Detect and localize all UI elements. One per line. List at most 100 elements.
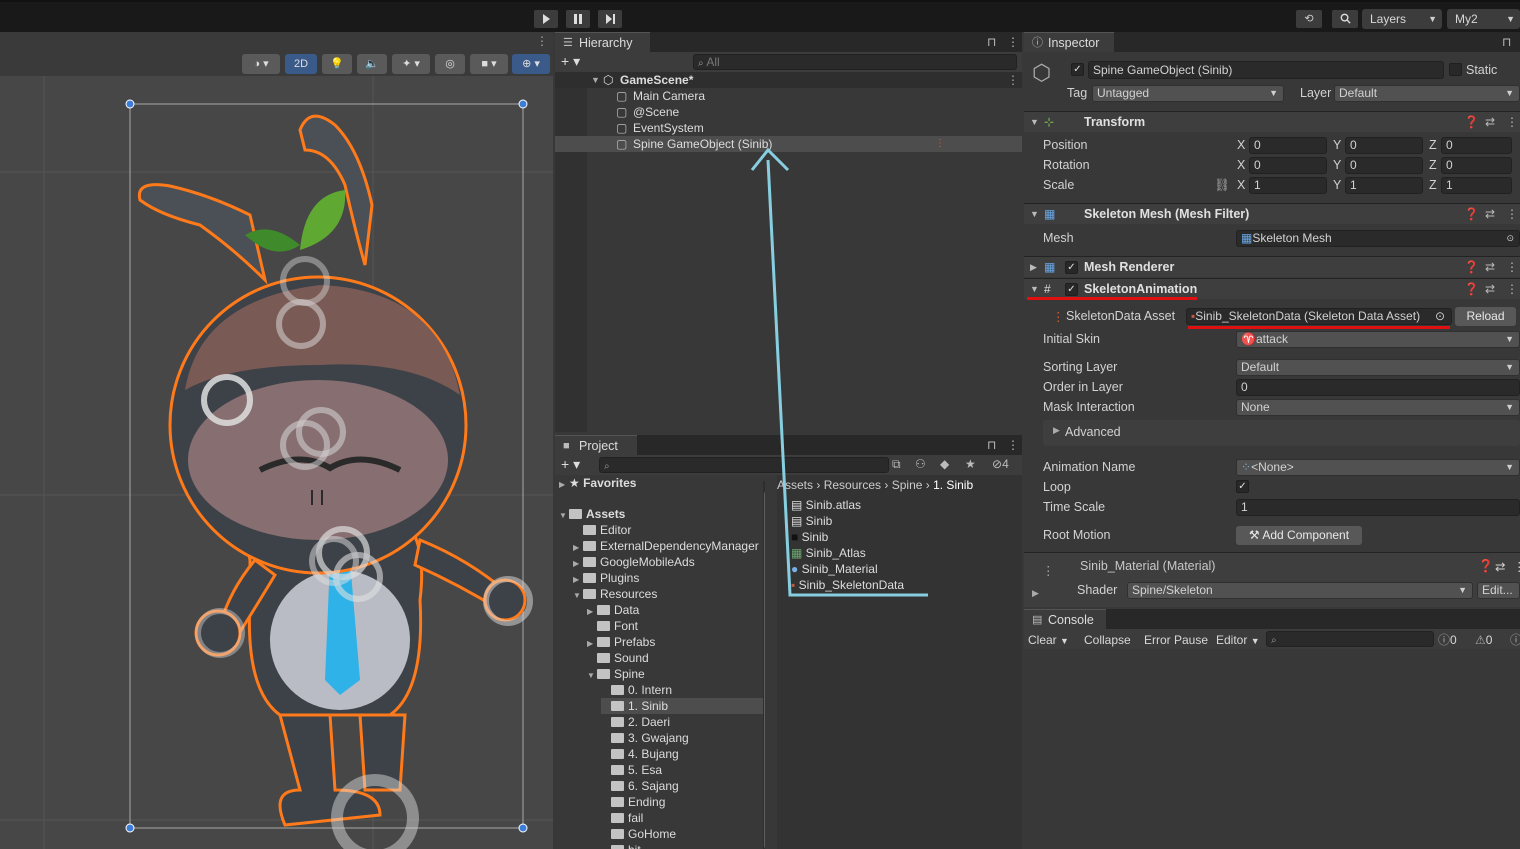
tree-folder-row[interactable]: ▶ GoogleMobileAds <box>573 554 695 570</box>
shading-mode-button[interactable]: ◑ ▾ <box>242 54 280 74</box>
help-icon[interactable]: ❓ <box>1464 204 1479 225</box>
error-filter-toggle[interactable]: ⓘ <box>1510 631 1520 649</box>
loop-checkbox[interactable]: ✓ <box>1236 480 1249 493</box>
scene-row[interactable]: ▼ ⬡ GameScene* ⋮ <box>555 72 1022 88</box>
search-button[interactable] <box>1332 10 1358 28</box>
shader-dropdown[interactable]: Spine/Skeleton ▼ <box>1127 582 1473 599</box>
presets-icon[interactable]: ⇄ <box>1485 257 1495 278</box>
console-search[interactable]: ⌕ <box>1266 631 1434 647</box>
tree-folder-row[interactable]: 1. Sinib <box>601 698 764 714</box>
tree-folder-row[interactable]: GoHome <box>601 826 676 842</box>
sorting-layer-dropdown[interactable]: Default ▼ <box>1236 359 1520 376</box>
layers-dropdown[interactable]: Layers ▼ <box>1362 9 1442 29</box>
axis-label-z[interactable]: Z <box>1429 158 1437 172</box>
toggle-2d-button[interactable]: 2D <box>285 54 317 74</box>
lock-icon[interactable]: ⊓ <box>987 435 996 455</box>
axis-label-z[interactable]: Z <box>1429 178 1437 192</box>
kebab-menu-icon[interactable]: ⋮ <box>1007 72 1019 88</box>
gizmos-button[interactable]: ⊕ ▾ <box>512 54 550 74</box>
tree-folder-row[interactable]: 6. Sajang <box>601 778 679 794</box>
expand-arrow-icon[interactable]: ▼ <box>1030 204 1039 225</box>
axis-label-y[interactable]: Y <box>1333 178 1341 192</box>
favorites-row[interactable]: ▶ ★ Favorites <box>559 475 636 491</box>
lighting-toggle[interactable]: 💡 <box>322 54 352 74</box>
tree-folder-row[interactable]: ▼ Spine <box>587 666 645 682</box>
tree-folder-row[interactable]: ▶ Plugins <box>573 570 639 586</box>
rotation-z-field[interactable]: 0 <box>1441 157 1512 174</box>
lock-icon[interactable]: ⊓ <box>1502 32 1511 52</box>
tab-inspector[interactable]: ⓘ Inspector <box>1024 32 1114 52</box>
play-button[interactable] <box>534 10 558 28</box>
character-sprite[interactable] <box>137 114 527 827</box>
animation-name-dropdown[interactable]: ⁘<None> ▼ <box>1236 459 1520 476</box>
help-icon[interactable]: ❓ <box>1464 279 1479 300</box>
axis-label-x[interactable]: X <box>1237 138 1245 152</box>
material-drag-handle-icon[interactable]: ⋮ <box>1042 563 1055 578</box>
hidden-packages-icon[interactable]: ⊘4 <box>992 457 1009 471</box>
chevron-down-icon[interactable]: ▼ <box>1060 636 1069 646</box>
tree-folder-row[interactable]: Sound <box>587 650 649 666</box>
kebab-menu-icon[interactable]: ⋮ <box>1007 32 1019 52</box>
enabled-checkbox[interactable]: ✓ <box>1065 283 1078 296</box>
tree-folder-row[interactable]: ▶ Prefabs <box>587 634 655 650</box>
expand-arrow-icon[interactable]: ▼ <box>591 72 600 88</box>
tree-folder-row[interactable]: 2. Daeri <box>601 714 670 730</box>
axis-label-y[interactable]: Y <box>1333 158 1341 172</box>
tree-folder-row[interactable]: 5. Esa <box>601 762 662 778</box>
expand-arrow-icon[interactable]: ▶ <box>1030 257 1037 278</box>
tree-folder-row[interactable]: Ending <box>601 794 665 810</box>
axis-label-x[interactable]: X <box>1237 178 1245 192</box>
audio-toggle[interactable]: 🔈 <box>357 54 387 74</box>
skeleton-animation-header[interactable]: ▼ # ✓ SkeletonAnimation ❓ ⇄ ⋮ <box>1024 278 1520 299</box>
active-checkbox[interactable]: ✓ <box>1071 63 1084 76</box>
kebab-menu-icon[interactable]: ⋮ <box>1506 204 1518 225</box>
layer-dropdown[interactable]: Default ▼ <box>1334 85 1520 102</box>
add-component-button[interactable]: ⚒ Add Component <box>1236 526 1362 545</box>
mesh-object-field[interactable]: ▦Skeleton Mesh ⊙ <box>1236 230 1520 247</box>
initial-skin-dropdown[interactable]: ♈attack ▼ <box>1236 331 1520 348</box>
collapse-toggle[interactable]: Collapse <box>1084 631 1131 649</box>
tree-folder-row[interactable]: ▶ ExternalDependencyManager <box>573 538 759 554</box>
warning-filter-toggle[interactable]: ⚠0 <box>1475 631 1492 649</box>
axis-label-y[interactable]: Y <box>1333 138 1341 152</box>
kebab-menu-icon[interactable]: ⋮ <box>1007 435 1019 455</box>
help-icon[interactable]: ❓ <box>1464 257 1479 278</box>
tab-hierarchy[interactable]: ☰ Hierarchy <box>555 32 650 52</box>
presets-icon[interactable]: ⇄ <box>1485 279 1495 300</box>
scale-x-field[interactable]: 1 <box>1249 177 1327 194</box>
presets-icon[interactable]: ⇄ <box>1495 559 1505 574</box>
expand-arrow-icon[interactable]: ▶ <box>1032 588 1039 599</box>
expand-arrow-icon[interactable]: ▼ <box>1030 112 1039 133</box>
expand-arrow-icon[interactable]: ▼ <box>587 668 597 684</box>
scene-view[interactable]: ⋮ ◑ ▾ 2D 💡 🔈 ✦ ▾ ◎ ■ ▾ ⊕ ▾ <box>0 32 553 849</box>
object-picker-icon[interactable]: ⊙ <box>1506 231 1514 246</box>
kebab-menu-icon[interactable]: ⋮ <box>1506 279 1518 300</box>
expand-arrow-icon[interactable]: ▼ <box>573 588 583 604</box>
star-icon[interactable]: ★ <box>965 457 976 471</box>
info-filter-toggle[interactable]: ⓘ0 <box>1438 631 1457 649</box>
clear-button[interactable]: Clear ▼ <box>1028 631 1069 649</box>
kebab-menu-icon[interactable]: ⋮ <box>1506 257 1518 278</box>
scale-z-field[interactable]: 1 <box>1441 177 1512 194</box>
skeleton-data-field[interactable]: ▪Sinib_SkeletonData (Skeleton Data Asset… <box>1186 308 1452 325</box>
advanced-foldout[interactable]: ▶ Advanced <box>1043 420 1520 446</box>
position-y-field[interactable]: 0 <box>1345 137 1423 154</box>
time-scale-field[interactable]: 1 <box>1236 499 1520 516</box>
tree-folder-row[interactable]: 3. Gwajang <box>601 730 689 746</box>
step-button[interactable] <box>598 10 622 28</box>
hierarchy-item[interactable]: ▢ @Scene <box>555 104 1022 120</box>
tree-folder-row[interactable]: 4. Bujang <box>601 746 679 762</box>
expand-arrow-icon[interactable]: ▶ <box>1053 425 1060 436</box>
position-z-field[interactable]: 0 <box>1441 137 1512 154</box>
tree-folder-row[interactable]: fail <box>601 810 643 826</box>
tag-dropdown[interactable]: Untagged ▼ <box>1092 85 1284 102</box>
kebab-menu-icon[interactable]: ⋮ <box>1506 112 1518 133</box>
enabled-checkbox[interactable]: ✓ <box>1065 261 1078 274</box>
presets-icon[interactable]: ⇄ <box>1485 204 1495 225</box>
mask-interaction-dropdown[interactable]: None ▼ <box>1236 399 1520 416</box>
kebab-menu-icon[interactable]: ⋮ <box>536 34 548 48</box>
object-picker-icon[interactable]: ⊙ <box>1435 309 1445 323</box>
static-checkbox[interactable] <box>1449 63 1462 76</box>
tree-folder-row[interactable]: ▼ Resources <box>573 586 657 602</box>
label-icon[interactable]: ◆ <box>940 457 949 471</box>
